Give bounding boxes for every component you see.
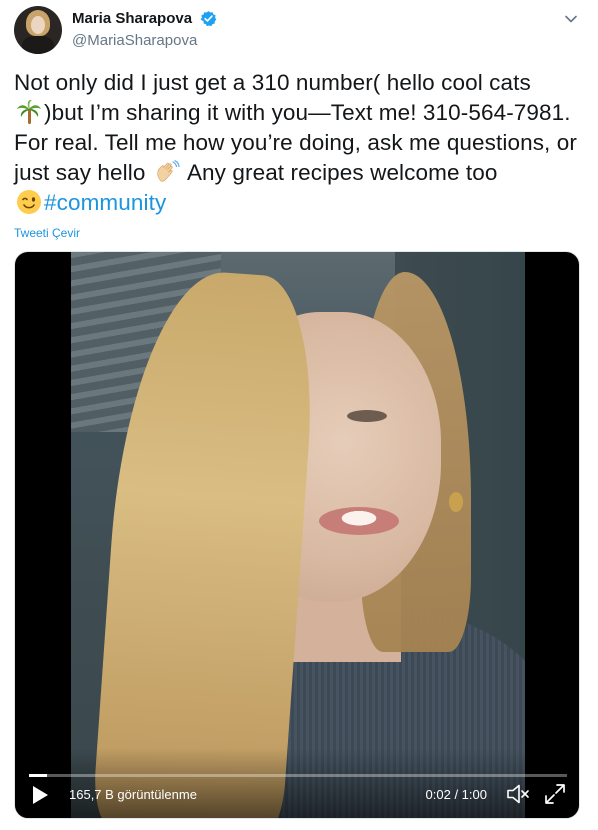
video-frame (71, 252, 525, 818)
author-handle[interactable]: @MariaSharapova (72, 32, 217, 49)
chevron-down-icon[interactable] (564, 12, 578, 26)
avatar[interactable] (14, 6, 62, 54)
video-controls: 165,7 B görüntülenme 0:02 / 1:00 (15, 748, 579, 818)
translate-tweet-link[interactable]: Tweeti Çevir (14, 226, 80, 240)
tweet-header: Maria Sharapova @MariaSharapova (14, 6, 584, 54)
video-progress-bar[interactable] (29, 774, 567, 777)
author-names: Maria Sharapova @MariaSharapova (72, 10, 217, 49)
tweet-card: Maria Sharapova @MariaSharapova Not only… (0, 0, 598, 830)
tweet-text-line: Any great recipes welcome too (186, 160, 498, 185)
hashtag-link[interactable]: #community (44, 190, 166, 215)
tweet-text: Not only did I just get a 310 number( he… (14, 68, 584, 218)
fullscreen-icon[interactable] (543, 782, 567, 806)
play-icon[interactable] (29, 784, 51, 806)
view-count: 165,7 B görüntülenme (69, 787, 197, 802)
tweet-text-line: Not only did I just get a 310 number( he… (14, 70, 531, 95)
tweet-text-line: )but I’m sharing it with you—Text me! 31… (44, 100, 571, 125)
waving-hand-icon (157, 160, 180, 182)
tweet-text-line: just say hello (14, 160, 146, 185)
video-player[interactable]: 165,7 B görüntülenme 0:02 / 1:00 (14, 251, 580, 819)
verified-badge-icon (200, 11, 216, 27)
video-time: 0:02 / 1:00 (425, 787, 487, 802)
video-progress-fill (29, 774, 47, 777)
tweet-text-line: For real. Tell me how you’re doing, ask … (14, 130, 577, 155)
palm-tree-icon (17, 99, 41, 124)
author-display-name[interactable]: Maria Sharapova (72, 10, 192, 27)
mute-icon[interactable] (505, 782, 531, 806)
winking-face-icon (17, 190, 41, 214)
